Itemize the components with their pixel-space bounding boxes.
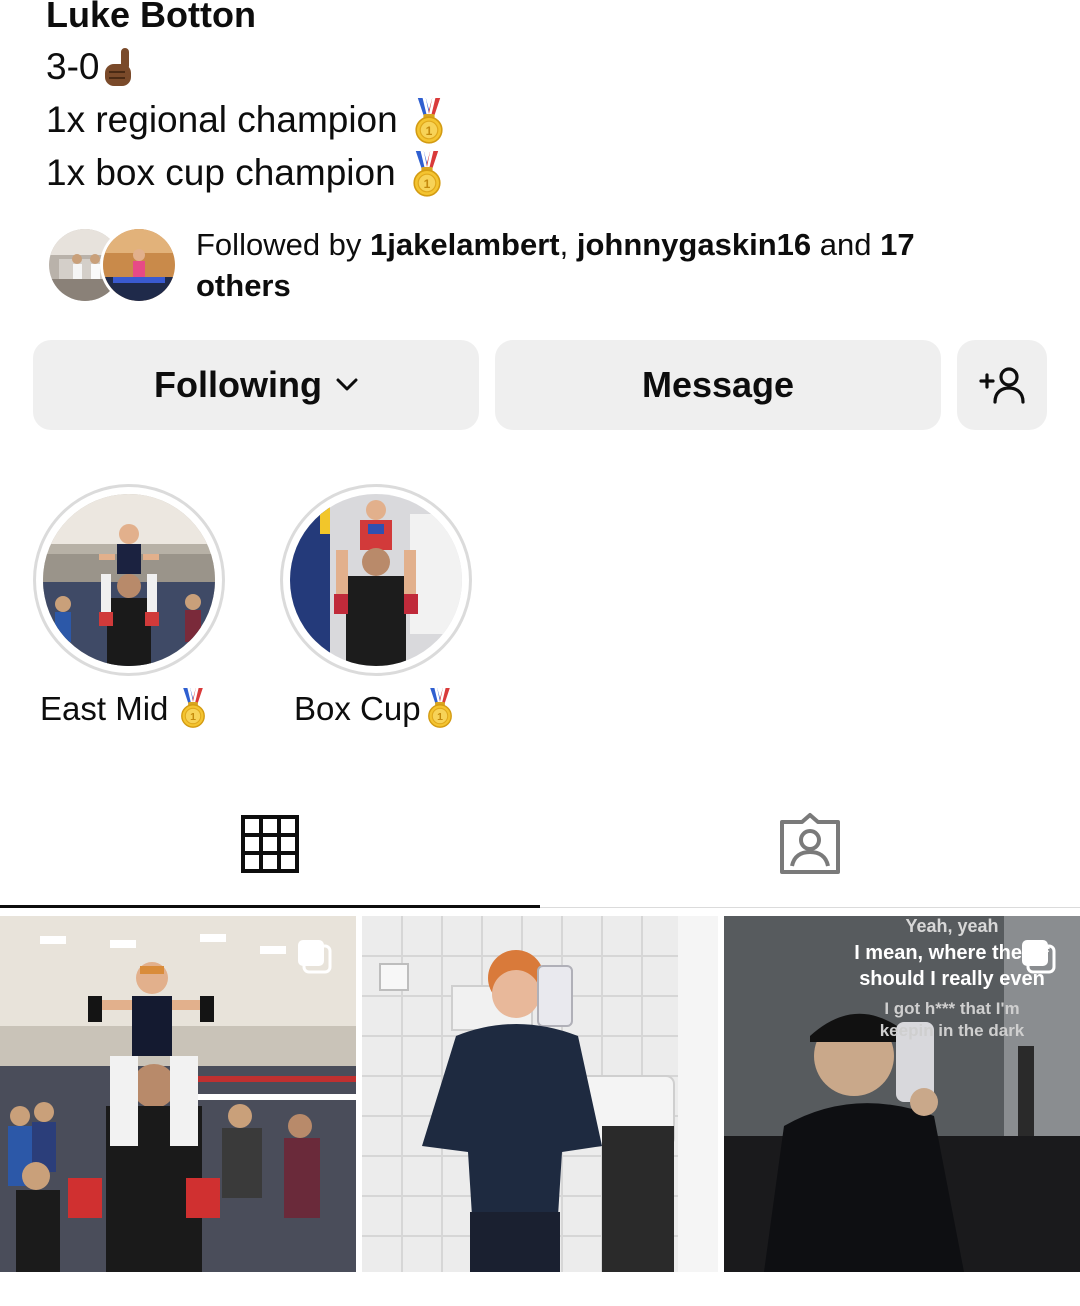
message-label: Message <box>641 364 795 405</box>
highlight-box-cup-text: Box Cup <box>294 690 421 727</box>
gold-medal-icon <box>425 688 455 730</box>
bio-achievement-1: 1x regional champion <box>46 98 446 146</box>
overlay-line-4: I got h*** that I'm <box>884 999 1020 1018</box>
followed-by-separator: , <box>559 227 577 262</box>
highlight-box-cup-label[interactable]: Box Cup <box>294 688 455 730</box>
follower-username-2[interactable]: johnnygaskin16 <box>577 227 811 262</box>
highlight-east-mid-cover <box>43 494 215 666</box>
post-thumbnail-3[interactable]: Yeah, yeah I mean, where the f** should … <box>724 916 1080 1272</box>
bio-achievement-1-text: 1x regional champion <box>46 99 398 140</box>
gold-medal-icon <box>178 688 208 730</box>
message-button[interactable]: Message <box>495 340 941 430</box>
bio-achievement-2: 1x box cup champion <box>46 151 444 199</box>
bio-achievement-2-text: 1x box cup champion <box>46 152 396 193</box>
tab-divider <box>540 907 1080 908</box>
following-button[interactable]: Following <box>33 340 479 430</box>
profile-name: Luke Botton <box>46 0 256 35</box>
gold-medal-icon <box>412 98 446 146</box>
post-3-text-overlay: Yeah, yeah I mean, where the f** should … <box>824 916 1080 1042</box>
tab-tagged[interactable] <box>778 812 842 876</box>
highlight-east-mid-label[interactable]: East Mid <box>40 688 208 730</box>
bio-record: 3-0 <box>46 45 137 90</box>
multiple-posts-icon <box>298 940 332 974</box>
post-thumbnail-1[interactable] <box>0 916 356 1272</box>
followed-by-and: and <box>811 227 881 262</box>
add-user-button[interactable] <box>957 340 1047 430</box>
followed-by-text[interactable]: Followed by 1jakelambert, johnnygaskin16… <box>196 224 1016 306</box>
gold-medal-icon <box>410 151 444 199</box>
followed-by-prefix: Followed by <box>196 227 371 262</box>
highlight-east-mid-text: East Mid <box>40 690 169 727</box>
chevron-down-icon <box>336 378 358 391</box>
overlay-line-1: Yeah, yeah <box>905 916 999 936</box>
tab-posts[interactable] <box>240 814 300 874</box>
add-person-icon <box>979 367 1025 404</box>
highlight-box-cup[interactable] <box>280 484 472 676</box>
tagged-person-icon <box>780 813 840 874</box>
follower-username-1[interactable]: 1jakelambert <box>370 227 560 262</box>
post-thumbnail-2[interactable] <box>362 916 718 1272</box>
bio-record-text: 3-0 <box>46 46 100 87</box>
follower-avatar-2[interactable] <box>100 226 178 304</box>
following-label: Following <box>154 364 322 405</box>
active-tab-indicator <box>0 905 540 908</box>
grid-icon <box>241 815 299 873</box>
highlight-box-cup-cover <box>290 494 462 666</box>
overlay-line-5: keepin in the dark <box>879 1021 1025 1040</box>
highlight-east-mid[interactable] <box>33 484 225 676</box>
multiple-posts-icon <box>1022 940 1056 974</box>
index-pointing-up-icon <box>105 48 132 87</box>
